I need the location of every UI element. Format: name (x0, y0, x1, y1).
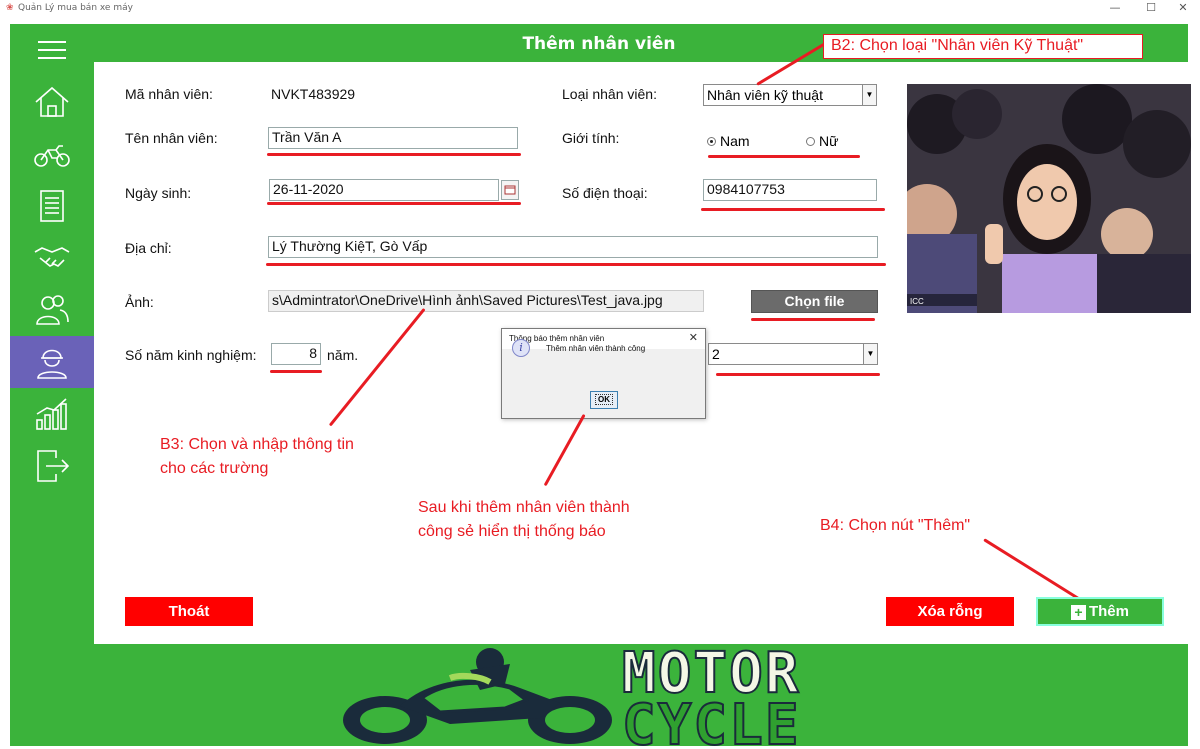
choose-file-button[interactable]: Chọn file (751, 290, 878, 313)
home-icon (35, 86, 69, 117)
calendar-icon (504, 185, 516, 195)
gender-female-label: Nữ (819, 133, 839, 149)
motorcycle-logo-graphic (330, 648, 620, 748)
years-unit-label: năm. (327, 347, 359, 363)
employee-photo: ICC (907, 84, 1191, 313)
motorbike-icon (34, 145, 70, 167)
document-icon (40, 190, 64, 222)
annotation-b3: B3: Chọn và nhập thông tin cho các trườn… (160, 433, 354, 481)
birthdate-input[interactable]: 26-11-2020 (269, 179, 499, 201)
highlight-underline (751, 318, 875, 321)
annotation-notice-line1: Sau khi thêm nhân viên thành (418, 499, 630, 516)
employee-type-value: Nhân viên kỹ thuật (707, 87, 823, 103)
employee-name-label: Tên nhân viên: (125, 130, 218, 146)
handshake-icon (34, 247, 70, 267)
logout-icon (37, 450, 70, 482)
title-bar: ❀ Quản Lý mua bán xe máy — ☐ ✕ (0, 0, 1200, 24)
photo-label: Ảnh: (125, 294, 154, 310)
annotation-notice-line2: công sẻ hiển thị thống báo (418, 523, 606, 540)
sidebar (10, 24, 94, 644)
employee-name-input[interactable]: Trần Văn A (268, 127, 518, 149)
annotation-notice: Sau khi thêm nhân viên thành công sẻ hiể… (418, 496, 630, 544)
dialog-close-button[interactable]: ✕ (689, 331, 698, 344)
highlight-underline (266, 263, 886, 266)
notification-dialog: Thông báo thêm nhân viên ✕ i Thêm nhân v… (501, 328, 706, 419)
plus-icon: + (1070, 604, 1086, 620)
radio-checked-icon (707, 136, 716, 146)
clear-button[interactable]: Xóa rỗng (886, 597, 1014, 626)
sidebar-item-employees[interactable] (10, 336, 94, 388)
highlight-underline (267, 202, 521, 205)
chevron-down-icon[interactable]: ▼ (862, 85, 876, 105)
close-button[interactable]: ✕ (1168, 1, 1198, 19)
annotation-b3-line2: cho các trường (160, 460, 269, 477)
highlight-underline (267, 153, 521, 156)
sidebar-item-menu[interactable] (10, 24, 94, 76)
calendar-button[interactable] (501, 180, 519, 200)
info-icon: i (512, 339, 530, 357)
highlight-underline (270, 370, 322, 373)
chart-icon (36, 398, 67, 430)
employee-type-select[interactable]: Nhân viên kỹ thuật ▼ (703, 84, 877, 106)
annotation-b2: B2: Chọn loại "Nhân viên Kỹ Thuật" (831, 37, 1084, 54)
dialog-ok-button[interactable]: OK (590, 391, 618, 409)
sidebar-item-invoice[interactable] (10, 180, 94, 232)
sidebar-item-home[interactable] (10, 76, 94, 128)
sidebar-item-customers[interactable] (10, 284, 94, 336)
address-input[interactable]: Lý Thường KiệT, Gò Vấp (268, 236, 878, 258)
users-icon (36, 295, 69, 325)
add-button[interactable]: + Thêm (1036, 597, 1164, 626)
add-button-label: Thêm (1088, 603, 1129, 620)
gender-label: Giới tính: (562, 130, 620, 146)
sidebar-item-handshake[interactable] (10, 232, 94, 284)
app-icon: ❀ (6, 3, 14, 13)
sidebar-item-motorbike[interactable] (10, 128, 94, 180)
phone-input[interactable]: 0984107753 (703, 179, 877, 201)
annotation-b3-line1: B3: Chọn và nhập thông tin (160, 436, 354, 453)
photo-image: ICC (907, 84, 1191, 313)
sidebar-item-logout[interactable] (10, 440, 94, 492)
address-label: Địa chỉ: (125, 240, 172, 256)
highlight-underline (701, 208, 885, 211)
annotation-b4: B4: Chọn nút "Thêm" (820, 517, 971, 534)
window-title: Quản Lý mua bán xe máy (18, 3, 133, 13)
skill-level-select[interactable]: 2 ▼ (708, 343, 878, 365)
minimize-button[interactable]: — (1100, 1, 1130, 19)
gender-male-label: Nam (720, 133, 750, 149)
highlight-underline (708, 155, 860, 158)
phone-label: Số điện thoại: (562, 185, 648, 201)
photo-path-input[interactable]: s\Admintrator\OneDrive\Hình ảnh\Saved Pi… (268, 290, 704, 312)
chevron-down-icon[interactable]: ▼ (863, 344, 877, 364)
radio-unchecked-icon (806, 136, 815, 146)
exit-button[interactable]: Thoát (125, 597, 253, 626)
hamburger-menu-icon (38, 41, 66, 59)
experience-input[interactable]: 8 (271, 343, 321, 365)
skill-level-value: 2 (712, 346, 720, 362)
app-window: ❀ Quản Lý mua bán xe máy — ☐ ✕ Thêm nhân… (0, 0, 1200, 749)
employee-type-label: Loại nhân viên: (562, 86, 657, 102)
logo-line-2: CYCLE (621, 693, 801, 749)
sidebar-item-statistics[interactable] (10, 388, 94, 440)
employee-id-label: Mã nhân viên: (125, 86, 213, 102)
experience-label: Số năm kinh nghiệm: (125, 347, 257, 363)
photo-path-value: s\Admintrator\OneDrive\Hình ảnh\Saved Pi… (272, 292, 663, 308)
highlight-underline (716, 373, 880, 376)
gender-female-radio[interactable]: Nữ (806, 133, 838, 149)
maximize-button[interactable]: ☐ (1136, 1, 1166, 19)
gender-male-radio[interactable]: Nam (707, 133, 750, 149)
photo-watermark: ICC (910, 297, 924, 306)
dialog-ok-label: OK (595, 394, 613, 405)
employee-id-value: NVKT483929 (271, 86, 356, 102)
dialog-message: Thêm nhân viên thành công (546, 344, 646, 353)
worker-icon (37, 349, 67, 379)
birthdate-label: Ngày sinh: (125, 185, 192, 201)
